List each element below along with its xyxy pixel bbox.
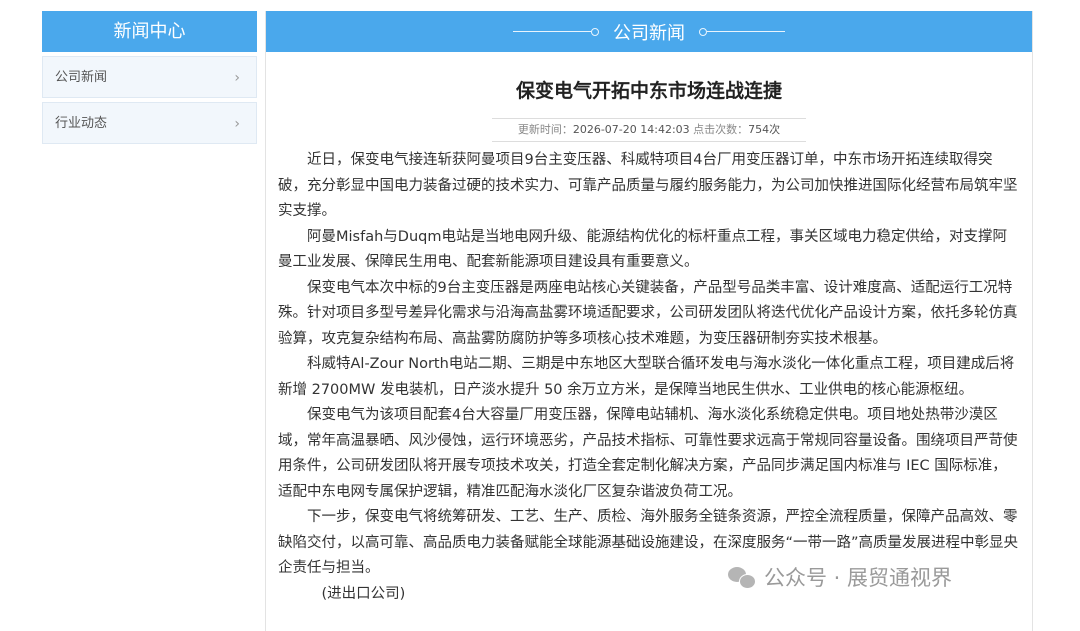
clicks-label: 点击次数： [693,123,749,136]
sidebar-title: 新闻中心 [42,11,257,52]
watermark: 公众号 · 展贸通视界 [728,562,952,592]
sidebar-item-label: 行业动态 [55,116,108,131]
updated-value: 2026-07-20 14:42:03 [572,123,690,136]
header-decoration-left [513,27,599,36]
watermark-text: 公众号 · 展贸通视界 [764,566,953,590]
header-decoration-right [699,27,785,36]
sidebar-item-label: 公司新闻 [55,70,108,85]
updated-label: 更新时间： [517,123,573,136]
sidebar-item-company-news[interactable]: 公司新闻 › [42,56,257,98]
wechat-icon [728,565,756,589]
article-title: 保变电气开拓中东市场连战连捷 [515,80,782,102]
section-title: 公司新闻 [613,22,685,44]
chevron-right-icon: › [234,70,240,86]
article-paragraph: 科威特Al-Zour North电站二期、三期是中东地区大型联合循环发电与海水淡… [278,356,1015,398]
article-paragraph: 保变电气本次中标的9台主变压器是两座电站核心关键装备，产品型号品类丰富、设计难度… [278,279,1018,347]
section-header: 公司新闻 [266,11,1032,52]
sidebar-item-industry-news[interactable]: 行业动态 › [42,102,257,144]
article-body: 近日，保变电气接连斩获阿曼项目9台主变压器、科威特项目4台厂用变压器订单，中东市… [266,142,1032,607]
article-paragraph: 保变电气为该项目配套4台大容量厂用变压器，保障电站辅机、海水淡化系统稳定供电。项… [278,407,1018,500]
article-paragraph: 阿曼Misfah与Duqm电站是当地电网升级、能源结构优化的标杆重点工程，事关区… [278,228,1007,271]
article-paragraph: 近日，保变电气接连斩获阿曼项目9台主变压器、科威特项目4台厂用变压器订单，中东市… [278,152,1018,219]
sidebar: 新闻中心 公司新闻 › 行业动态 › [42,11,257,144]
article-meta: 更新时间：2026-07-20 14:42:03 点击次数：754次 [492,118,806,142]
chevron-right-icon: › [234,116,240,132]
main-content: 公司新闻 保变电气开拓中东市场连战连捷 更新时间：2026-07-20 14:4… [265,11,1033,631]
clicks-value: 754次 [748,123,781,136]
